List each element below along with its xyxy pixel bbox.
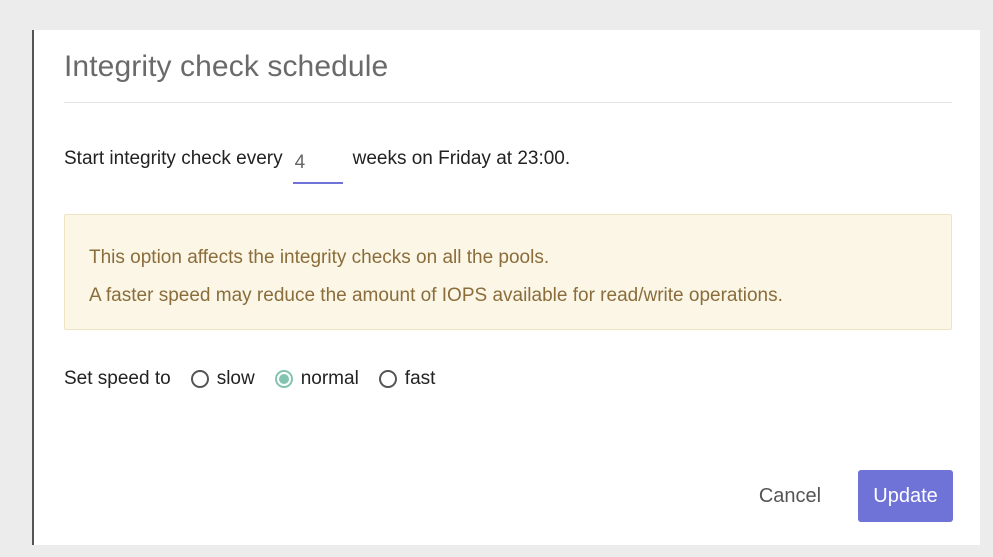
- radio-slow[interactable]: [190, 370, 209, 388]
- schedule-row: Start integrity check every weeks on Fri…: [64, 146, 571, 184]
- dialog-title: Integrity check schedule: [64, 50, 389, 83]
- title-divider: [64, 102, 952, 103]
- cancel-button[interactable]: Cancel: [746, 470, 834, 522]
- speed-option-normal[interactable]: normal: [274, 368, 359, 390]
- speed-label: Set speed to: [64, 368, 171, 389]
- speed-option-slow[interactable]: slow: [190, 368, 255, 390]
- speed-warning-alert: This option affects the integrity checks…: [64, 214, 952, 330]
- speed-option-fast[interactable]: fast: [378, 368, 436, 390]
- info-line-pools: This option affects the integrity checks…: [89, 247, 550, 268]
- update-button[interactable]: Update: [858, 470, 953, 522]
- speed-option-label: normal: [300, 368, 359, 389]
- speed-selector: Set speed to slow normal fast: [64, 366, 455, 392]
- interval-weeks-input[interactable]: [292, 152, 343, 184]
- integrity-check-dialog: Integrity check schedule Start integrity…: [32, 30, 980, 545]
- radio-fast[interactable]: [378, 370, 397, 388]
- radio-normal[interactable]: [274, 370, 293, 388]
- info-line-iops: A faster speed may reduce the amount of …: [89, 285, 783, 306]
- speed-option-label: fast: [404, 368, 436, 389]
- schedule-prefix-text: Start integrity check every: [64, 148, 283, 169]
- speed-option-label: slow: [216, 368, 255, 389]
- schedule-suffix-text: weeks on Friday at 23:00.: [352, 148, 571, 169]
